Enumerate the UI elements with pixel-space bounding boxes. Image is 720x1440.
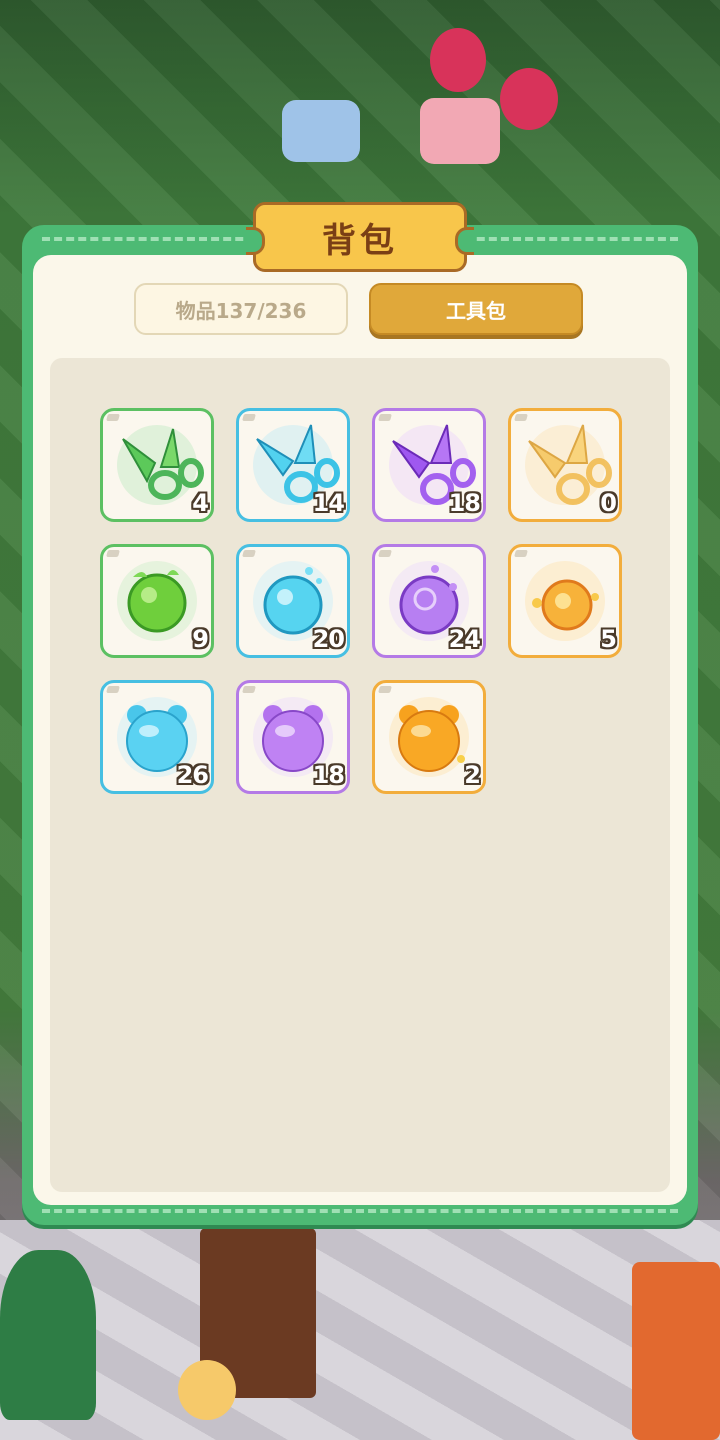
inventory-slot[interactable]: 14 bbox=[236, 408, 350, 522]
item-count: 14 bbox=[312, 489, 345, 517]
item-count: 9 bbox=[192, 625, 209, 653]
item-count: 18 bbox=[448, 489, 481, 517]
inventory-slot[interactable]: 24 bbox=[372, 544, 486, 658]
panel-bottom-border bbox=[42, 1209, 678, 1213]
tab-items[interactable]: 物品137/236 bbox=[134, 283, 348, 335]
planter-decoration bbox=[282, 100, 360, 162]
page-title: 背包 bbox=[322, 220, 398, 261]
item-count: 18 bbox=[312, 761, 345, 789]
christmas-tree-decoration bbox=[0, 1250, 96, 1420]
inventory-slot[interactable]: 4 bbox=[100, 408, 214, 522]
game-floor bbox=[0, 1220, 720, 1440]
inventory-slot[interactable]: 9 bbox=[100, 544, 214, 658]
item-count: 26 bbox=[176, 761, 209, 789]
inventory-slot[interactable]: 18 bbox=[372, 408, 486, 522]
lantern-decoration bbox=[430, 28, 486, 92]
item-count: 5 bbox=[600, 625, 617, 653]
inventory-slot[interactable]: 20 bbox=[236, 544, 350, 658]
lantern-decoration bbox=[500, 68, 558, 130]
item-count: 20 bbox=[312, 625, 345, 653]
inventory-slot[interactable]: 5 bbox=[508, 544, 622, 658]
title-plate: 背包 bbox=[246, 202, 474, 272]
vending-machine-decoration bbox=[632, 1262, 720, 1440]
item-count: 24 bbox=[448, 625, 481, 653]
planter-decoration bbox=[420, 98, 500, 164]
inventory-slot[interactable]: 18 bbox=[236, 680, 350, 794]
tab-toolkit-label: 工具包 bbox=[446, 298, 506, 323]
inventory-slot[interactable]: 0 bbox=[508, 408, 622, 522]
tab-toolkit[interactable]: 工具包 bbox=[369, 283, 583, 335]
cat-decoration bbox=[178, 1360, 236, 1420]
item-count: 4 bbox=[192, 489, 209, 517]
item-count: 0 bbox=[600, 489, 617, 517]
item-count: 2 bbox=[464, 761, 481, 789]
inventory-slot[interactable]: 26 bbox=[100, 680, 214, 794]
inventory-slot[interactable]: 2 bbox=[372, 680, 486, 794]
tab-items-label: 物品137/236 bbox=[175, 298, 307, 323]
